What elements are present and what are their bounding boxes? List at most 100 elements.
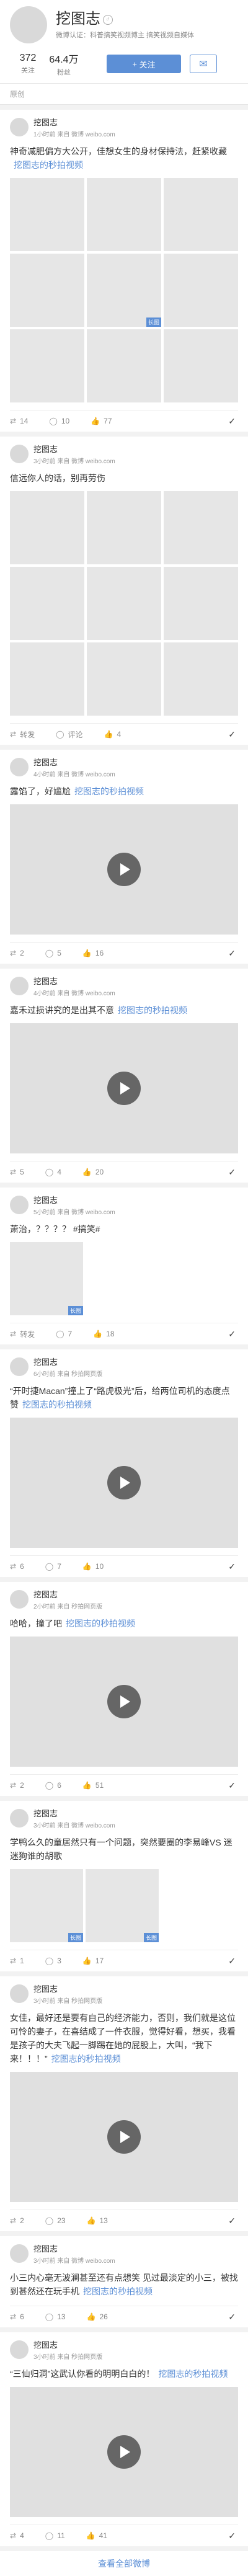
video-link[interactable]: 挖图志的秒拍视频 [74,786,144,796]
post-image[interactable] [87,567,161,640]
avatar[interactable] [10,977,29,995]
like-button[interactable]: 👍 77 [91,417,112,425]
play-icon[interactable] [107,1466,141,1499]
video-link[interactable]: 挖图志的秒拍视频 [14,160,83,170]
comment-button[interactable]: ◯ 23 [45,2216,66,2225]
post-image[interactable] [10,491,84,564]
video-player[interactable] [10,2387,238,2517]
post-image[interactable] [164,254,238,327]
video-player[interactable] [10,1023,238,1153]
comment-button[interactable]: ◯ 13 [45,2312,66,2321]
chevron-down-icon[interactable]: ✓ [228,416,236,427]
comment-button[interactable]: ◯ 10 [49,417,69,425]
video-player[interactable] [10,2072,238,2202]
post-image[interactable] [164,567,238,640]
video-player[interactable] [10,1637,238,1767]
author-name[interactable]: 挖图志 [33,2338,102,2350]
like-button[interactable]: 👍 51 [82,1781,104,1790]
post-image[interactable] [87,329,161,402]
like-button[interactable]: 👍 4 [104,730,122,739]
like-button[interactable]: 👍 20 [82,1168,104,1176]
play-icon[interactable] [107,853,141,886]
repost-button[interactable]: ⇄ 2 [10,2216,24,2225]
comment-button[interactable]: ◯ 评论 [56,729,82,740]
like-button[interactable]: 👍 41 [86,2531,107,2540]
chevron-down-icon[interactable]: ✓ [228,2531,236,2541]
comment-button[interactable]: ◯ 6 [45,1781,61,1790]
chevron-down-icon[interactable]: ✓ [228,1561,236,1572]
avatar[interactable] [10,2244,29,2263]
video-link[interactable]: 挖图志的秒拍视频 [51,2054,121,2064]
avatar[interactable] [10,1809,29,1828]
post-image[interactable] [87,491,161,564]
play-icon[interactable] [107,2120,141,2154]
followers-count[interactable]: 64.4万 粉丝 [46,51,82,77]
repost-button[interactable]: ⇄ 4 [10,2531,24,2540]
like-button[interactable]: 👍 17 [82,1956,104,1965]
comment-button[interactable]: ◯ 7 [45,1562,61,1571]
author-name[interactable]: 挖图志 [33,1983,102,1994]
post-image[interactable] [10,567,84,640]
play-icon[interactable] [107,1072,141,1105]
comment-button[interactable]: ◯ 7 [56,1330,72,1338]
post-image[interactable] [10,329,84,402]
post-image[interactable] [10,178,84,251]
chevron-down-icon[interactable]: ✓ [228,2216,236,2226]
comment-button[interactable]: ◯ 3 [45,1956,61,1965]
avatar[interactable] [10,6,47,43]
like-button[interactable]: 👍 18 [93,1330,114,1338]
chevron-down-icon[interactable]: ✓ [228,1167,236,1178]
repost-button[interactable]: ⇄ 6 [10,1562,24,1571]
avatar[interactable] [10,1984,29,2003]
video-link[interactable]: 挖图志的秒拍视频 [83,2286,153,2296]
repost-button[interactable]: ⇄ 2 [10,949,24,957]
avatar[interactable] [10,1590,29,1609]
author-name[interactable]: 挖图志 [33,756,115,768]
play-icon[interactable] [107,2435,141,2469]
repost-button[interactable]: ⇄ 6 [10,2312,24,2321]
author-name[interactable]: 挖图志 [33,1588,102,1600]
comment-button[interactable]: ◯ 4 [45,1168,61,1176]
author-name[interactable]: 挖图志 [33,2242,115,2254]
follow-button[interactable]: + 关注 [107,55,181,73]
avatar[interactable] [10,758,29,776]
chevron-down-icon[interactable]: ✓ [228,948,236,959]
repost-button[interactable]: ⇄ 转发 [10,1329,35,1339]
repost-button[interactable]: ⇄ 1 [10,1956,24,1965]
video-link[interactable]: 挖图志的秒拍视频 [66,1619,135,1628]
view-all-button[interactable]: 查看全部微博 [0,2551,248,2576]
avatar[interactable] [10,1357,29,1376]
repost-button[interactable]: ⇄ 转发 [10,729,35,740]
comment-button[interactable]: ◯ 11 [45,2531,65,2540]
play-icon[interactable] [107,1685,141,1718]
post-image[interactable] [164,329,238,402]
post-image[interactable] [87,178,161,251]
author-name[interactable]: 挖图志 [33,1194,115,1206]
author-name[interactable]: 挖图志 [33,975,115,987]
like-button[interactable]: 👍 16 [82,949,104,957]
video-link[interactable]: 挖图志的秒拍视频 [158,2369,228,2379]
post-image[interactable] [10,642,84,716]
post-image[interactable] [10,1869,83,1942]
author-name[interactable]: 挖图志 [33,443,115,455]
like-button[interactable]: 👍 10 [82,1562,104,1571]
post-image[interactable] [10,254,84,327]
tab-original[interactable]: 原创 [0,84,248,105]
video-link[interactable]: 挖图志的秒拍视频 [118,1005,187,1015]
post-image[interactable] [164,491,238,564]
video-player[interactable] [10,804,238,935]
post-image[interactable] [86,1869,159,1942]
chevron-down-icon[interactable]: ✓ [228,729,236,740]
avatar[interactable] [10,445,29,463]
author-name[interactable]: 挖图志 [33,1356,102,1367]
author-name[interactable]: 挖图志 [33,1807,115,1819]
chevron-down-icon[interactable]: ✓ [228,1329,236,1339]
following-count[interactable]: 372 关注 [10,53,46,75]
post-image[interactable] [164,178,238,251]
post-image[interactable] [87,642,161,716]
repost-button[interactable]: ⇄ 5 [10,1168,24,1176]
post-image[interactable] [87,254,161,327]
repost-button[interactable]: ⇄ 14 [10,417,28,425]
video-link[interactable]: 挖图志的秒拍视频 [22,1400,92,1410]
chevron-down-icon[interactable]: ✓ [228,1780,236,1791]
